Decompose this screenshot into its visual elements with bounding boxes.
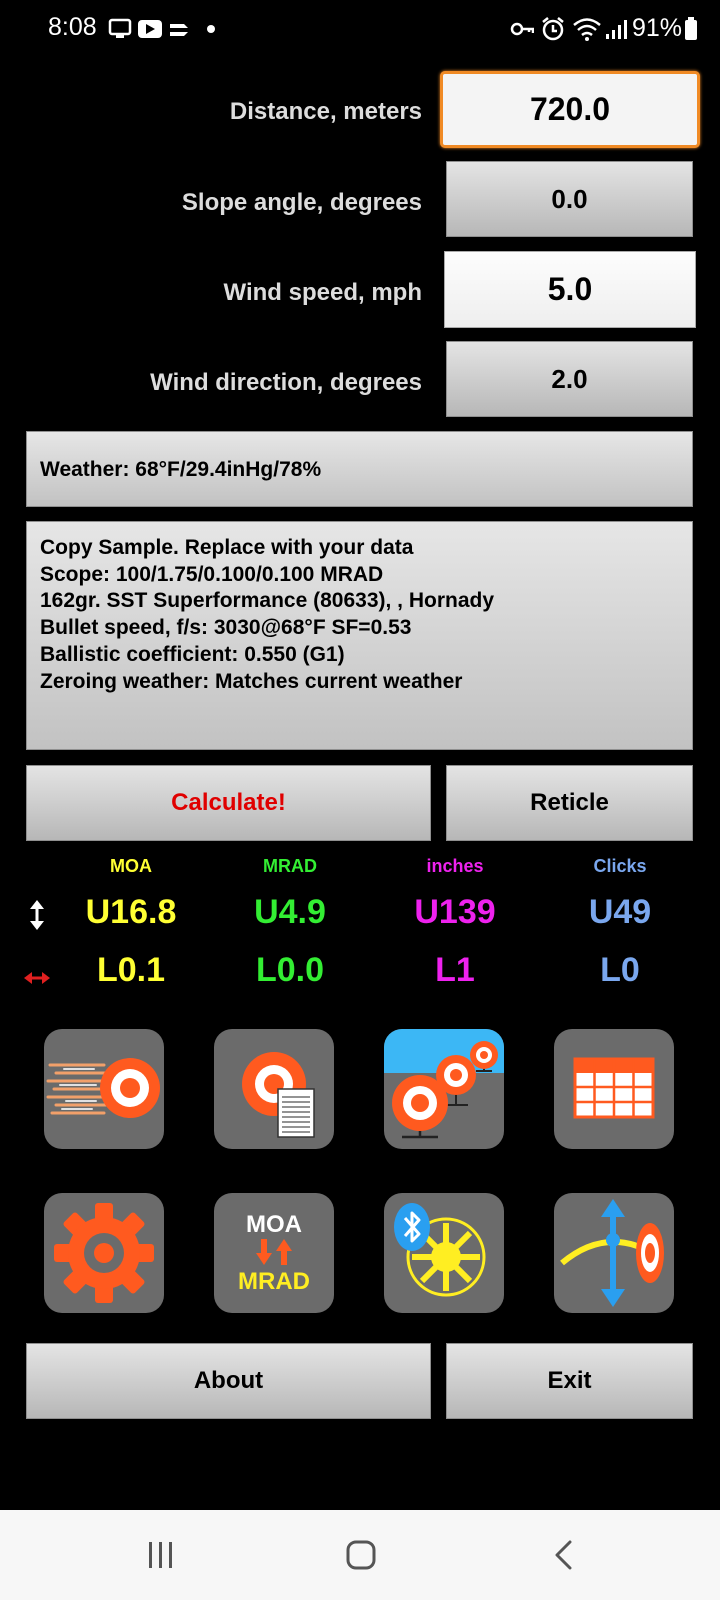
profile-line: Copy Sample. Replace with your data <box>40 536 414 559</box>
status-right: 91% <box>510 14 698 43</box>
gear-icon <box>54 1203 154 1303</box>
vertical-moa-value: U16.8 <box>85 893 177 931</box>
distance-input[interactable]: 720.0 <box>440 71 700 148</box>
slope-angle-label: Slope angle, degrees <box>181 189 422 216</box>
weather-text: Weather: 68°F/29.4inHg/78% <box>40 458 322 481</box>
vertical-clicks-value: U49 <box>588 893 652 931</box>
profile-line: Zeroing weather: Matches current weather <box>40 669 463 693</box>
trajectory-adjust-tile-button[interactable] <box>554 1193 674 1313</box>
home-icon[interactable] <box>345 1539 377 1571</box>
profile-info-button[interactable]: Copy Sample. Replace with your data Scop… <box>26 521 693 750</box>
range-card-tile-button[interactable] <box>214 1029 334 1149</box>
bluetooth-wind-meter-icon <box>394 1203 486 1297</box>
wind-direction-label: Wind direction, degrees <box>150 369 422 396</box>
wind-direction-input[interactable]: 2.0 <box>446 341 693 417</box>
slope-angle-input[interactable]: 0.0 <box>446 161 693 237</box>
wind-speed-label: Wind speed, mph <box>223 279 422 306</box>
wifi-icon <box>573 17 601 41</box>
about-button[interactable]: About <box>26 1343 431 1419</box>
navigation-bar <box>0 1510 720 1600</box>
status-bar: 8:08 91% <box>0 0 720 60</box>
clicks-header: Clicks <box>593 856 647 876</box>
multiple-targets-icon <box>384 1029 504 1139</box>
speeding-target-icon <box>46 1058 160 1118</box>
profile-line: 162gr. SST Superformance (80633), , Horn… <box>40 589 495 613</box>
tile-mrad-label: MRAD <box>238 1268 310 1295</box>
notification-icons <box>108 18 215 38</box>
mrad-header: MRAD <box>263 856 317 876</box>
inches-header: inches <box>426 856 484 876</box>
profile-line: Bullet speed, f/s: 3030@68°F SF=0.53 <box>40 616 412 640</box>
alarm-icon <box>542 16 564 40</box>
weather-button[interactable]: Weather: 68°F/29.4inHg/78% <box>26 431 693 507</box>
wind-speed-input[interactable]: 5.0 <box>444 251 696 328</box>
vertical-mrad-value: U4.9 <box>254 893 326 931</box>
moa-header: MOA <box>110 856 152 876</box>
profile-line: Scope: 100/1.75/0.100/0.100 MRAD <box>40 562 384 586</box>
horizontal-arrows-icon <box>24 972 50 984</box>
profile-line: Ballistic coefficient: 0.550 (G1) <box>40 642 345 666</box>
exit-button[interactable]: Exit <box>446 1343 693 1419</box>
ballistic-calculator-screen: 8:08 91% Distance, meters 720.0 Slope an… <box>0 0 720 1600</box>
horizontal-inches-value: L1 <box>435 951 475 989</box>
key-icon <box>510 22 534 35</box>
trajectory-target-icon <box>560 1199 664 1307</box>
recent-apps-icon[interactable] <box>146 1540 176 1570</box>
signal-icon <box>605 19 627 39</box>
vertical-inches-value: U139 <box>414 893 496 931</box>
tile-moa-label: MOA <box>246 1211 302 1238</box>
trajectory-tile-button[interactable] <box>44 1029 164 1149</box>
table-icon <box>573 1057 655 1119</box>
vertical-arrows-icon <box>30 900 44 930</box>
battery-icon <box>685 16 697 40</box>
horizontal-moa-value: L0.1 <box>96 951 166 989</box>
horizontal-clicks-value: L0 <box>600 951 640 989</box>
target-document-icon <box>242 1052 315 1138</box>
back-icon[interactable] <box>552 1540 576 1570</box>
calculate-button[interactable]: Calculate! <box>26 765 431 841</box>
swap-arrows-icon <box>256 1239 292 1265</box>
horizontal-mrad-value: L0.0 <box>255 951 325 989</box>
multi-target-tile-button[interactable] <box>384 1029 504 1149</box>
table-tile-button[interactable] <box>554 1029 674 1149</box>
wind-meter-tile-button[interactable] <box>384 1193 504 1313</box>
settings-tile-button[interactable] <box>44 1193 164 1313</box>
units-toggle-tile-button[interactable]: MOA MRAD <box>214 1193 334 1313</box>
reticle-button[interactable]: Reticle <box>446 765 693 841</box>
status-time: 8:08 <box>48 13 97 41</box>
battery-percent: 91% <box>631 14 682 42</box>
distance-label: Distance, meters <box>229 98 422 125</box>
